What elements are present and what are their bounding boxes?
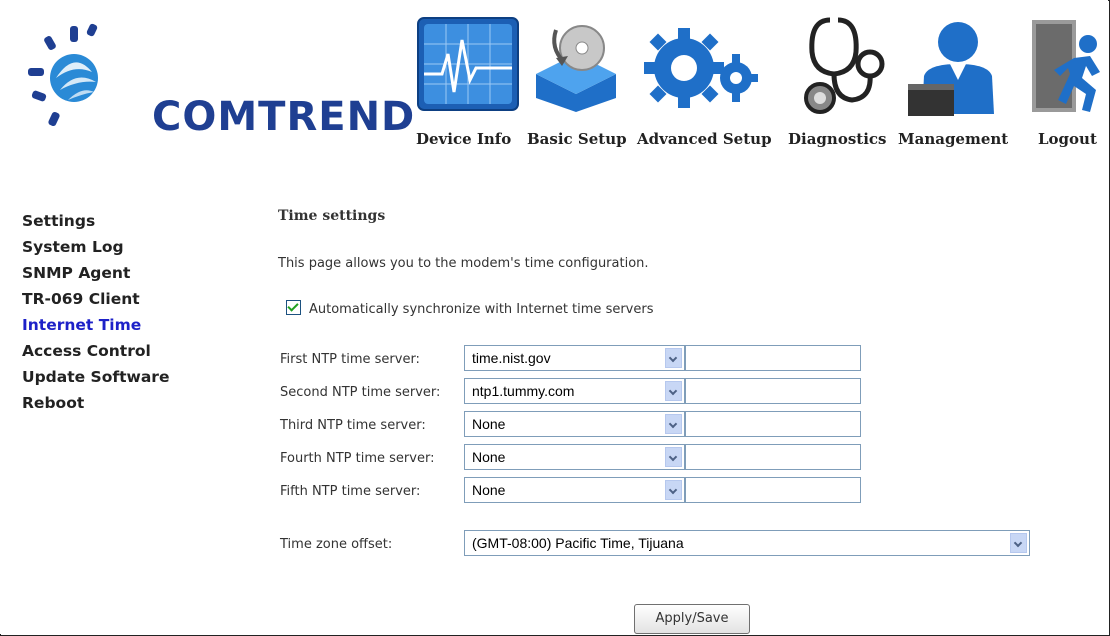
ntp1-custom-input[interactable]	[685, 345, 861, 371]
nav-management[interactable]: Management	[898, 130, 1008, 148]
nav-diagnostics[interactable]: Diagnostics	[788, 130, 886, 148]
ntp1-label: First NTP time server:	[280, 352, 420, 367]
page-title: Time settings	[278, 208, 386, 224]
ntp5-select[interactable]: None	[464, 477, 685, 503]
comtrend-logo: COMTREND	[26, 20, 414, 140]
brand-name: COMTREND	[152, 94, 416, 140]
sidebar-item-tr069-client[interactable]: TR-069 Client	[22, 290, 140, 308]
header: COMTREND Device Info Basic Setup Advance…	[0, 0, 1108, 182]
logo-mark-icon	[28, 23, 98, 127]
timezone-value: (GMT-08:00) Pacific Time, Tijuana	[472, 535, 684, 551]
basic-setup-icon[interactable]	[526, 20, 626, 112]
ntp4-label: Fourth NTP time server:	[280, 451, 435, 466]
sidebar-item-settings[interactable]: Settings	[22, 212, 95, 230]
content-area	[218, 182, 1108, 634]
chevron-down-icon[interactable]	[665, 414, 682, 434]
ntp4-value: None	[472, 449, 506, 465]
ntp3-custom-input[interactable]	[685, 411, 861, 437]
sidebar-item-snmp-agent[interactable]: SNMP Agent	[22, 264, 130, 282]
ntp4-custom-input[interactable]	[685, 444, 861, 470]
ntp3-value: None	[472, 416, 506, 432]
nav-logout[interactable]: Logout	[1038, 130, 1097, 148]
nav-device-info[interactable]: Device Info	[416, 130, 511, 148]
auto-sync-checkbox[interactable]	[286, 300, 301, 315]
chevron-down-icon[interactable]	[665, 381, 682, 401]
chevron-down-icon[interactable]	[1010, 533, 1027, 553]
page-description: This page allows you to the modem's time…	[278, 256, 649, 271]
ntp2-value: ntp1.tummy.com	[472, 383, 575, 399]
ntp5-custom-input[interactable]	[685, 477, 861, 503]
ntp1-select[interactable]: time.nist.gov	[464, 345, 685, 371]
advanced-setup-icon[interactable]	[640, 22, 760, 112]
timezone-label: Time zone offset:	[280, 537, 393, 552]
sidebar-item-system-log[interactable]: System Log	[22, 238, 124, 256]
timezone-select[interactable]: (GMT-08:00) Pacific Time, Tijuana	[464, 530, 1030, 556]
ntp5-value: None	[472, 482, 506, 498]
chevron-down-icon[interactable]	[665, 348, 682, 368]
ntp2-custom-input[interactable]	[685, 378, 861, 404]
device-info-icon[interactable]	[416, 16, 520, 112]
auto-sync-label: Automatically synchronize with Internet …	[309, 302, 654, 317]
ntp4-select[interactable]: None	[464, 444, 685, 470]
chevron-down-icon[interactable]	[665, 480, 682, 500]
ntp3-label: Third NTP time server:	[280, 418, 426, 433]
nav-basic-setup[interactable]: Basic Setup	[527, 130, 627, 148]
chevron-down-icon[interactable]	[665, 447, 682, 467]
sidebar-item-reboot[interactable]: Reboot	[22, 394, 84, 412]
sidebar-item-internet-time[interactable]: Internet Time	[22, 316, 141, 334]
nav-advanced-setup[interactable]: Advanced Setup	[637, 130, 772, 148]
ntp5-label: Fifth NTP time server:	[280, 484, 421, 499]
ntp2-select[interactable]: ntp1.tummy.com	[464, 378, 685, 404]
ntp1-value: time.nist.gov	[472, 350, 551, 366]
auto-sync-row: Automatically synchronize with Internet …	[286, 300, 654, 317]
logout-icon[interactable]	[1030, 16, 1108, 116]
ntp2-label: Second NTP time server:	[280, 385, 441, 400]
sidebar-item-access-control[interactable]: Access Control	[22, 342, 151, 360]
management-icon[interactable]	[904, 18, 1000, 118]
sidebar-item-update-software[interactable]: Update Software	[22, 368, 169, 386]
diagnostics-icon[interactable]	[790, 12, 886, 116]
ntp3-select[interactable]: None	[464, 411, 685, 437]
apply-save-button[interactable]: Apply/Save	[634, 604, 750, 634]
